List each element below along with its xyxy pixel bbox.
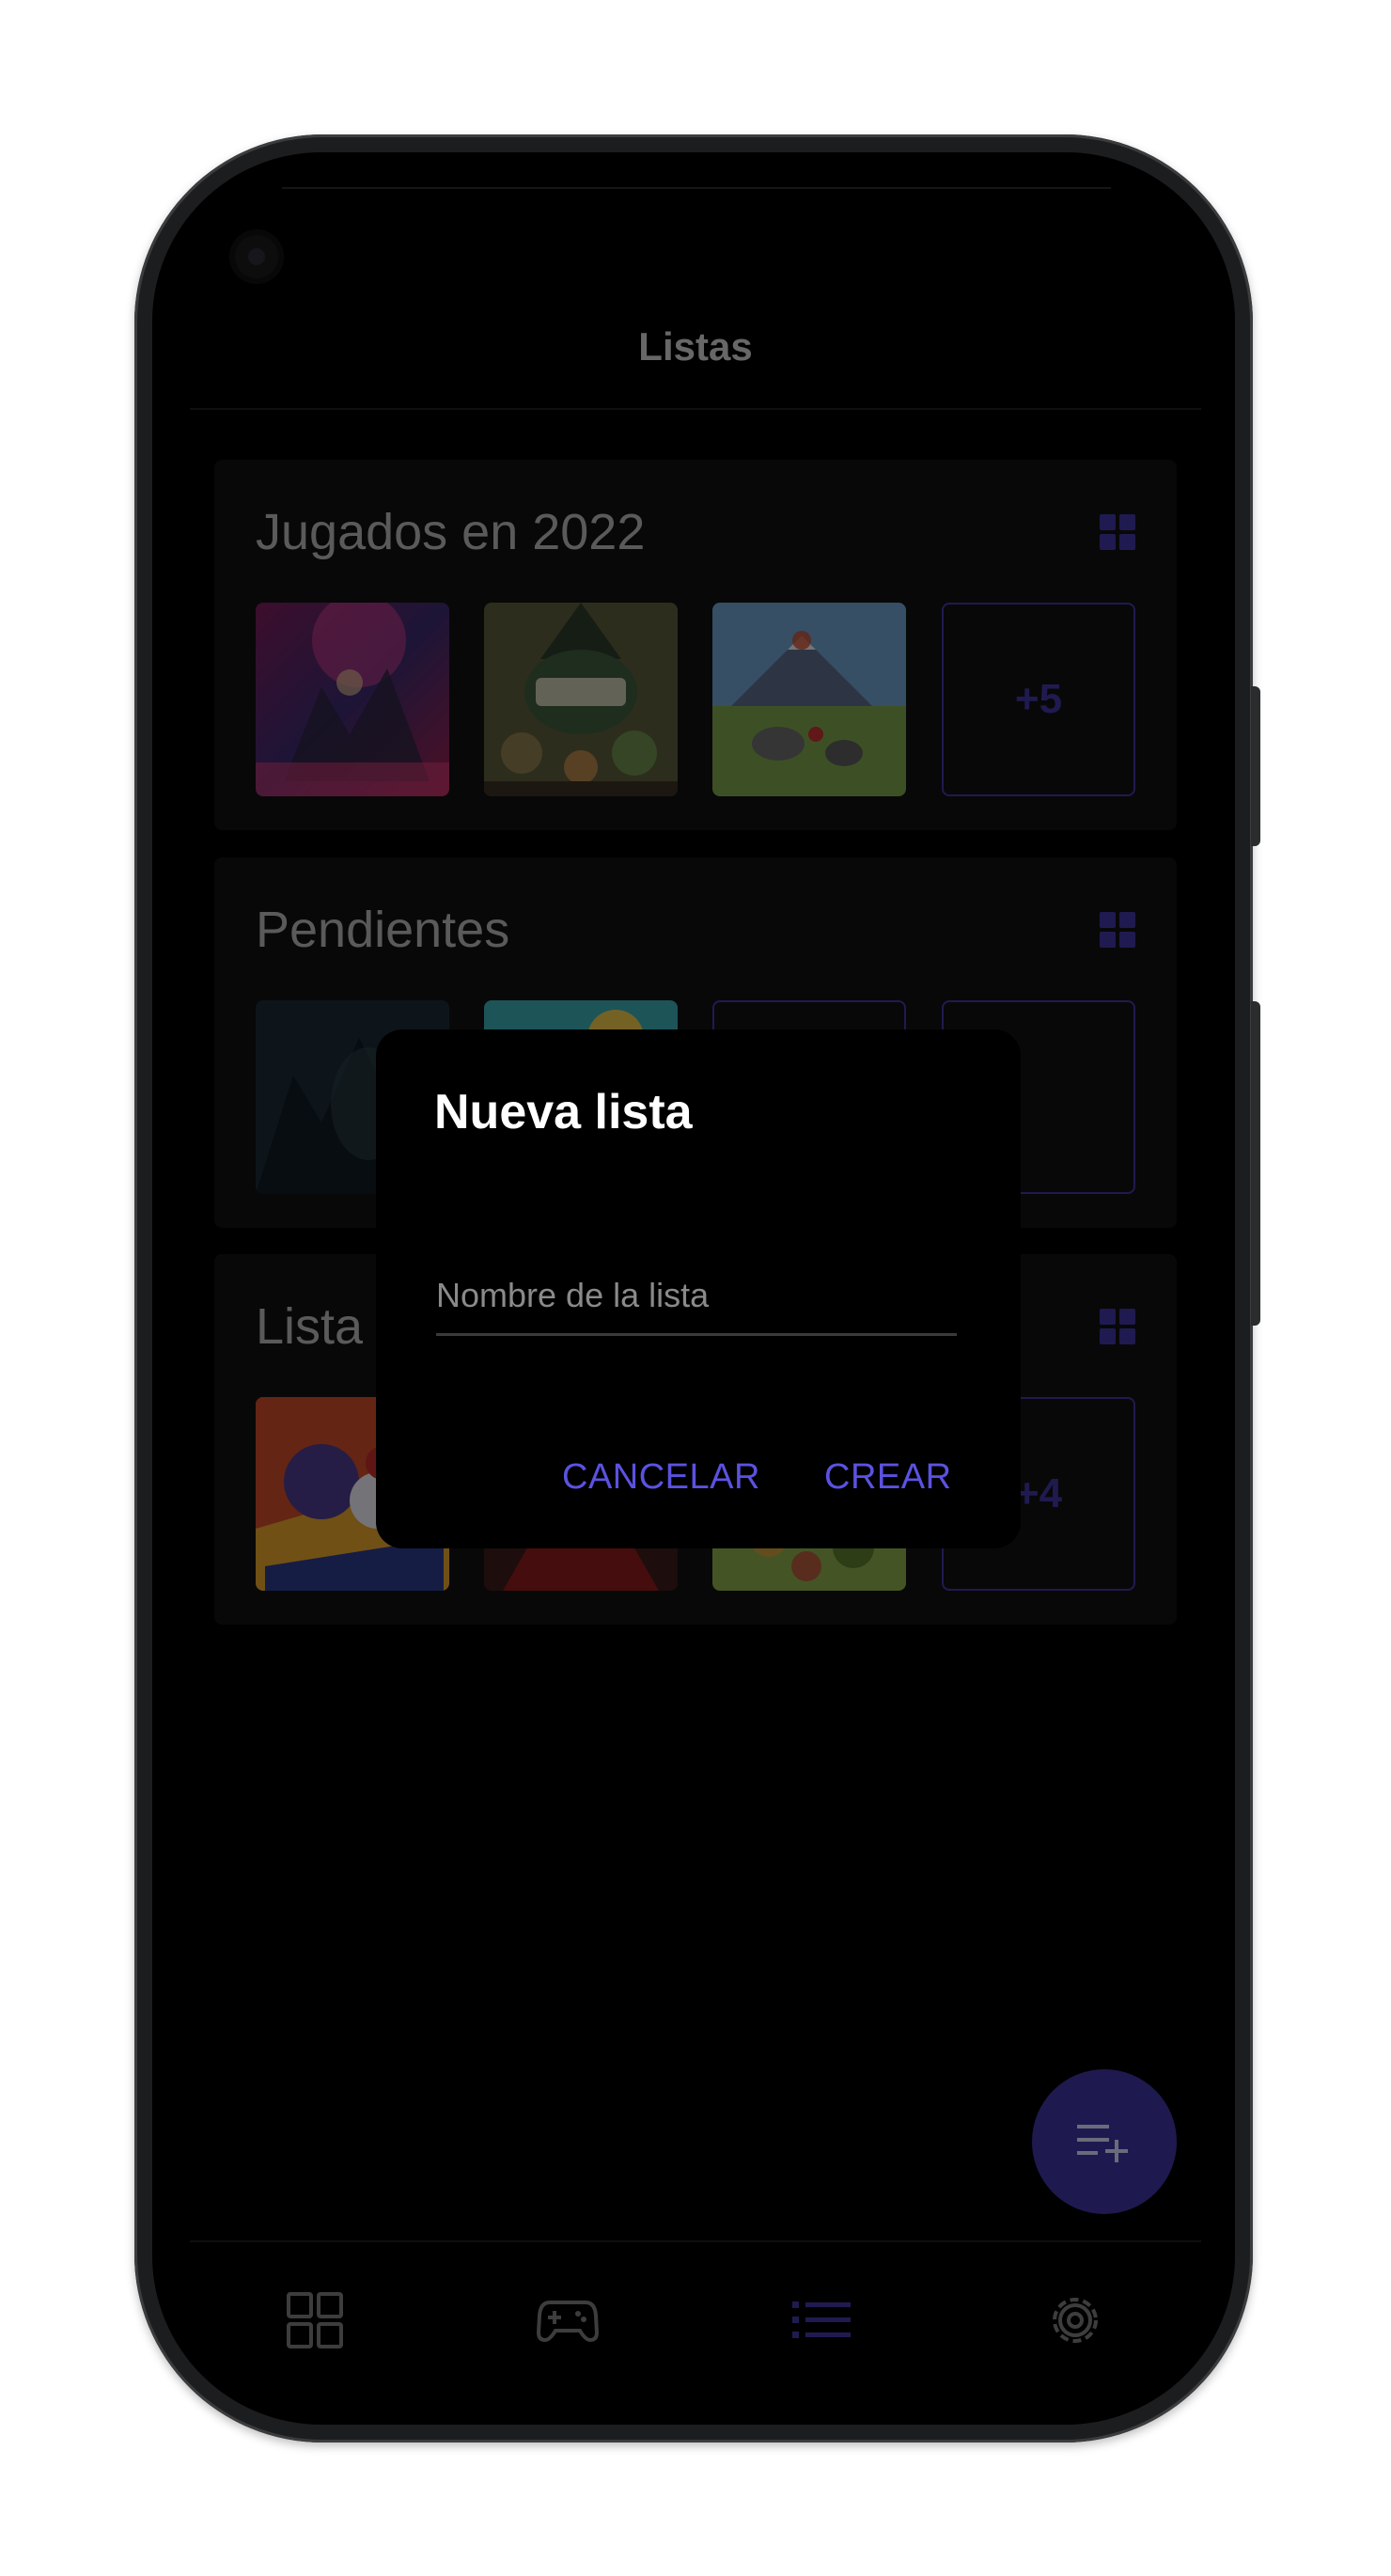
volume-button	[1251, 1001, 1260, 1326]
dialog-title: Nueva lista	[434, 1085, 693, 1139]
create-button[interactable]: CREAR	[824, 1457, 952, 1498]
cancel-button[interactable]: CANCELAR	[562, 1457, 760, 1498]
power-button	[1251, 686, 1260, 846]
new-list-dialog: Nueva lista CANCELAR CREAR	[376, 1029, 1021, 1548]
list-name-input[interactable]	[436, 1258, 957, 1336]
